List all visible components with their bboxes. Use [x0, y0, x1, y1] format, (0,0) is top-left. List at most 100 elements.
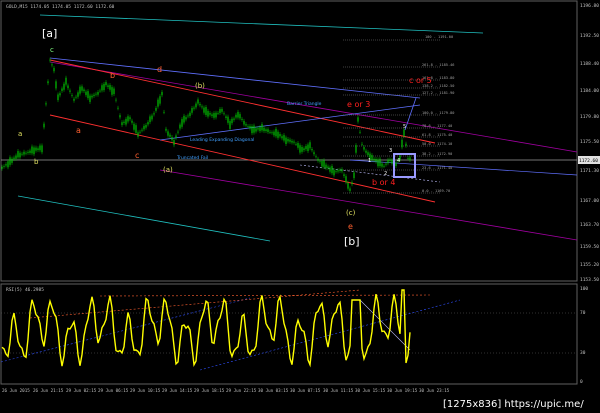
- candle-body: [269, 131, 271, 133]
- wave-label: a: [76, 126, 81, 135]
- candle-body: [61, 88, 63, 91]
- candle-body: [137, 132, 139, 137]
- price-tick-label: 1167.00: [580, 198, 599, 204]
- candle-body: [199, 104, 201, 106]
- candle-body: [49, 59, 51, 61]
- wave-label: a: [18, 130, 22, 138]
- candle-body: [19, 152, 21, 158]
- candle-body: [45, 103, 47, 105]
- time-tick-label: 29 Jun 22:15: [226, 388, 257, 393]
- candle-body: [79, 86, 81, 94]
- wave-label: (b): [195, 82, 205, 90]
- candle-body: [151, 115, 153, 120]
- candle-body: [209, 113, 211, 115]
- candle-body: [173, 140, 175, 146]
- candle-body: [287, 139, 289, 142]
- candle-body: [111, 87, 113, 95]
- candle-body: [201, 106, 203, 108]
- candle-body: [371, 155, 373, 160]
- price-tick-label: 1153.50: [580, 277, 599, 283]
- candle-body: [115, 99, 117, 101]
- candle-body: [129, 117, 131, 120]
- candle-body: [263, 127, 265, 132]
- rsi-axis: 100 70 30 0: [580, 286, 588, 385]
- candle-body: [311, 149, 313, 151]
- candle-body: [273, 131, 275, 136]
- candle-body: [155, 107, 157, 111]
- candle-body: [381, 163, 383, 167]
- candle-body: [379, 158, 381, 167]
- rsi-panel[interactable]: [0, 283, 578, 385]
- candle-body: [107, 85, 109, 87]
- candle-body: [193, 107, 195, 109]
- time-tick-label: 30 Jun 07:15: [290, 388, 321, 393]
- candle-body: [367, 152, 369, 156]
- wave-label: c: [135, 151, 139, 160]
- candle-body: [53, 67, 55, 72]
- candle-body: [143, 125, 145, 130]
- candle-body: [167, 131, 169, 136]
- time-tick-label: 30 Jun 11:15: [323, 388, 354, 393]
- main-chart-panel[interactable]: [0, 0, 578, 282]
- candle-body: [373, 158, 375, 161]
- wave-label: b: [34, 158, 39, 166]
- candle-body: [403, 129, 405, 137]
- candle-body: [55, 81, 57, 89]
- candle-body: [227, 116, 229, 123]
- wave-label: 5: [403, 124, 406, 130]
- time-tick-label: 29 Jun 14:15: [162, 388, 193, 393]
- candle-body: [191, 108, 193, 113]
- candle-body: [347, 182, 349, 189]
- wave-label: e: [348, 222, 353, 231]
- time-tick-label: 26 Jun 2015: [2, 388, 30, 393]
- candle-body: [149, 116, 151, 123]
- fib-label: 78.6 - 1177.40: [422, 124, 452, 128]
- candle-body: [159, 96, 161, 104]
- candle-body: [401, 139, 403, 148]
- price-tick-label: 1155.20: [580, 262, 599, 268]
- candle-body: [177, 131, 179, 133]
- candle-body: [41, 145, 43, 153]
- candle-body: [305, 146, 307, 150]
- candle-body: [25, 152, 27, 154]
- candle-body: [21, 153, 23, 155]
- candle-body: [315, 156, 317, 158]
- price-tick-label: 1196.80: [580, 3, 599, 9]
- candle-body: [377, 159, 379, 167]
- candle-body: [215, 112, 217, 118]
- candle-body: [119, 115, 121, 118]
- candle-body: [181, 119, 183, 127]
- candle-body: [65, 77, 67, 85]
- fib-label: 38.2 - 1172.90: [422, 152, 452, 156]
- price-tick-label: 1163.70: [580, 222, 599, 228]
- candle-body: [51, 64, 53, 66]
- candle-body: [109, 85, 111, 90]
- candle-body: [29, 150, 31, 153]
- candle-body: [69, 90, 71, 92]
- fib-label: 50.0 - 1174.10: [422, 142, 452, 146]
- time-tick-label: 29 Jun 02:15: [66, 388, 97, 393]
- candle-body: [13, 157, 15, 160]
- price-tick-label: 1192.50: [580, 33, 599, 39]
- candle-body: [299, 145, 301, 153]
- candle-body: [251, 126, 253, 134]
- candle-body: [91, 95, 93, 98]
- wave-label: e or 3: [347, 100, 370, 109]
- candle-body: [157, 99, 159, 107]
- candle-body: [183, 115, 185, 123]
- candle-body: [341, 169, 343, 172]
- candle-body: [235, 114, 237, 118]
- candle-body: [77, 92, 79, 97]
- candle-body: [327, 166, 329, 169]
- candle-body: [295, 143, 297, 145]
- watermark: [1275x836] https://upic.me/: [443, 399, 584, 410]
- candle-body: [285, 137, 287, 144]
- fib-label: 0.0 - 1169.70: [422, 189, 450, 193]
- chart-header: GOLD,M15 1174.05 1174.05 1172.60 1172.60: [6, 4, 115, 10]
- candle-body: [241, 118, 243, 120]
- candle-body: [85, 91, 87, 96]
- time-tick-label: 26 Jun 21:15: [33, 388, 64, 393]
- wave-label: [a]: [42, 27, 57, 40]
- wave-label: (a): [163, 166, 173, 174]
- time-tick-label: 30 Jun 03:15: [258, 388, 289, 393]
